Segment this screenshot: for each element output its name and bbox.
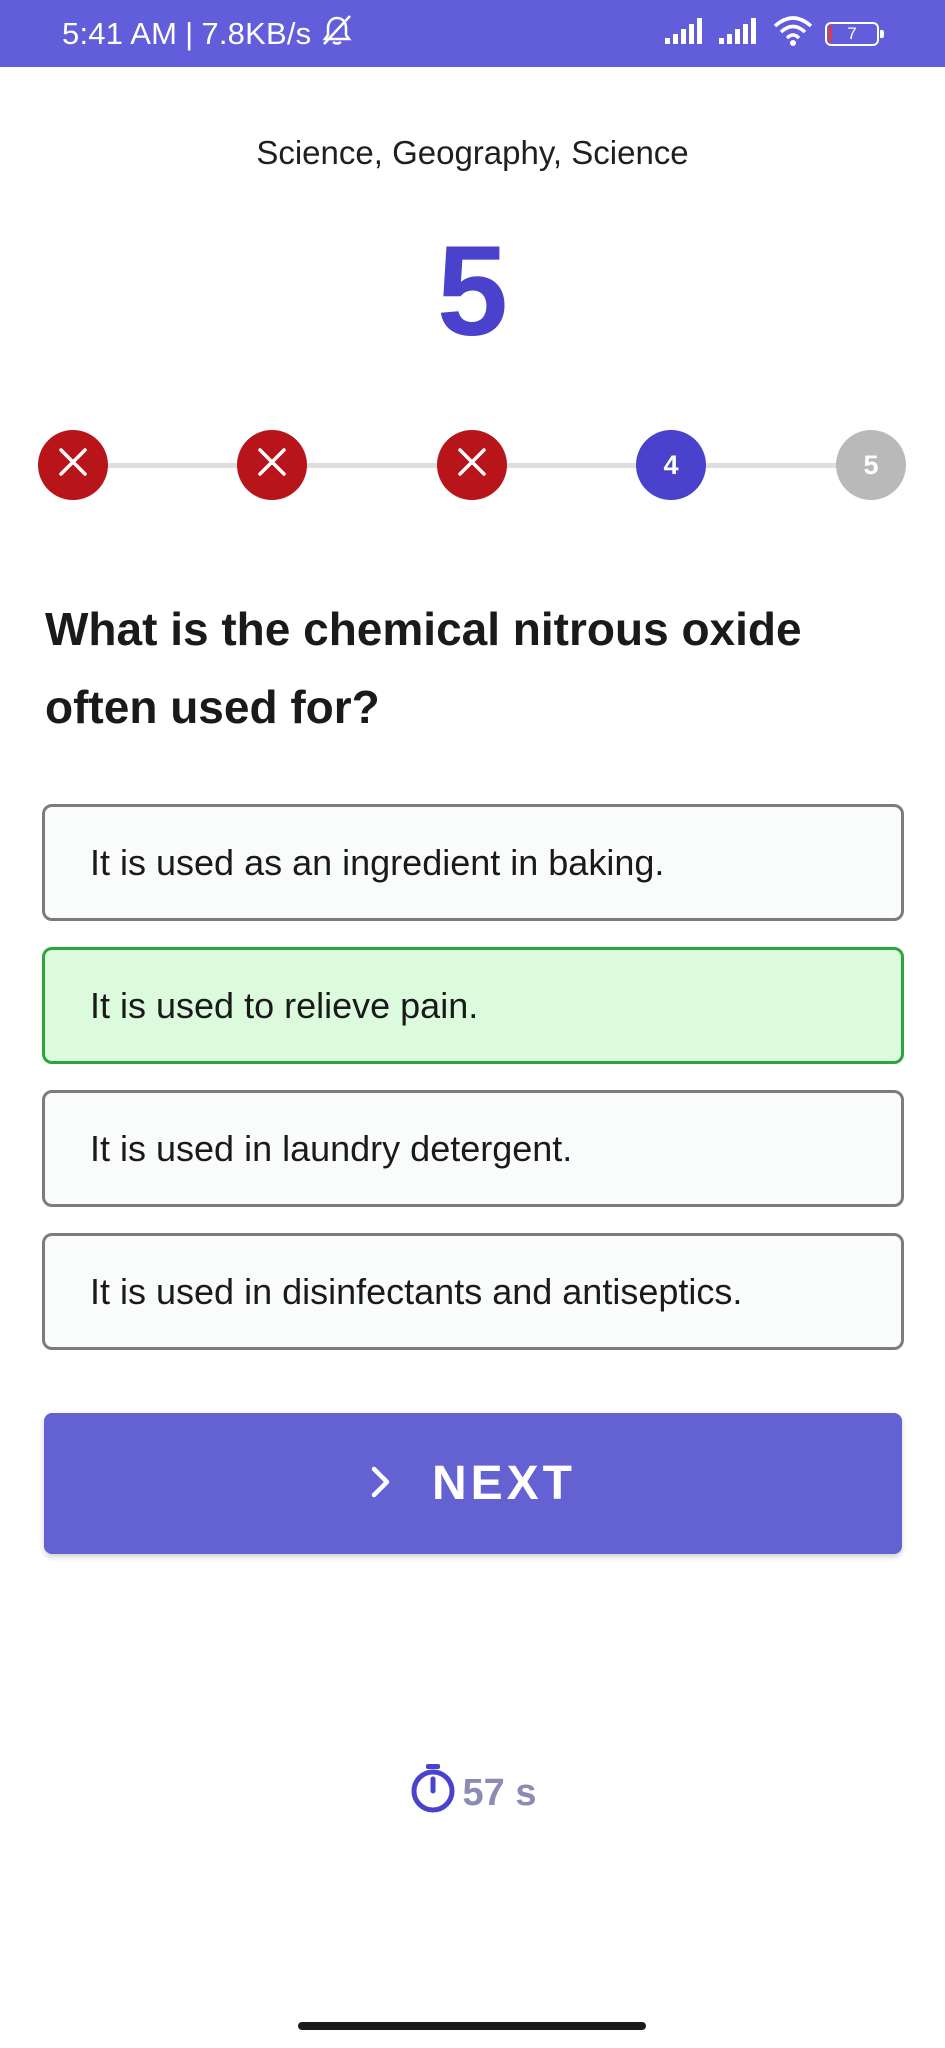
status-left: 5:41 AM | 7.8KB/s [62,0,355,67]
wrong-x-icon [256,446,288,485]
question-progress: 4 5 [38,430,906,500]
answer-option-1[interactable]: It is used as an ingredient in baking. [42,804,904,921]
next-button-label: NEXT [431,1457,576,1510]
timer-value: 57 s [462,1771,537,1814]
progress-step-label: 5 [863,449,879,480]
status-bar: 5:41 AM | 7.8KB/s 7 [0,0,945,67]
answer-option-3[interactable]: It is used in laundry detergent. [42,1090,904,1207]
answer-option-4[interactable]: It is used in disinfectants and antisept… [42,1233,904,1350]
answer-option-text: It is used in laundry detergent. [90,1127,573,1169]
countdown-timer: 57 s [0,1762,945,1824]
answer-option-text: It is used to relieve pain. [90,984,479,1026]
progress-step-label: 4 [663,449,679,480]
next-button[interactable]: NEXT [44,1413,902,1554]
status-time: 5:41 AM [62,15,178,51]
status-right: 7 [665,0,884,67]
signal-icon [665,18,707,49]
progress-step-3 [437,430,507,500]
status-network-speed: 7.8KB/s [201,15,312,51]
progress-step-1 [38,430,108,500]
battery-level-fill [829,25,832,42]
progress-step-2 [237,430,307,500]
home-indicator[interactable] [298,2022,646,2030]
answer-options: It is used as an ingredient in baking. I… [42,804,904,1376]
stopwatch-icon [409,1762,457,1824]
answer-option-text: It is used as an ingredient in baking. [90,841,665,883]
quiz-categories: Science, Geography, Science [256,134,689,171]
battery-icon: 7 [825,21,884,46]
chevron-right-icon [370,1456,392,1511]
question-number: 5 [436,220,509,363]
answer-option-2[interactable]: It is used to relieve pain. [42,947,904,1064]
progress-step-5: 5 [836,430,906,500]
wrong-x-icon [57,446,89,485]
answer-option-text: It is used in disinfectants and antisept… [90,1270,743,1312]
wrong-x-icon [456,446,488,485]
battery-level: 7 [847,23,857,43]
status-separator: | [185,15,194,51]
question-text: What is the chemical nitrous oxide often… [45,603,802,733]
mute-notifications-icon [319,14,355,54]
signal-icon [719,18,761,49]
wifi-icon [773,16,813,51]
progress-step-4: 4 [636,430,706,500]
